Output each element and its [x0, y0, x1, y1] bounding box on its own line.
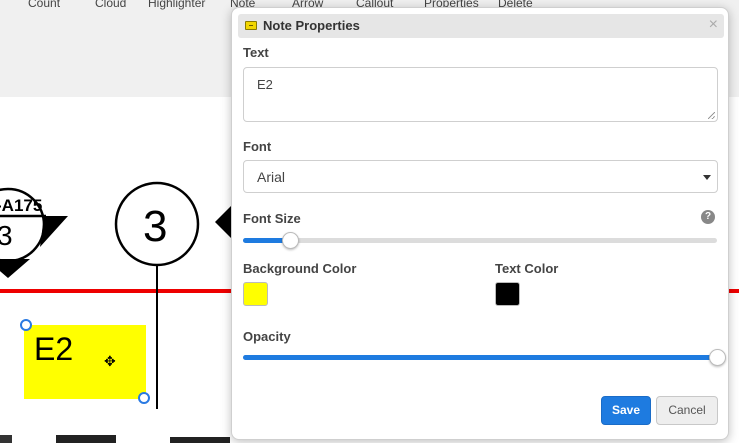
help-icon[interactable]: ?: [701, 210, 715, 224]
note-annotation[interactable]: E2 ✥: [24, 325, 146, 399]
elevation-marker: [215, 205, 232, 239]
font-select-value: Arial: [257, 169, 286, 185]
tool-cloud[interactable]: Cloud: [95, 0, 126, 10]
border-fragment: [0, 435, 12, 443]
border-fragment: [170, 437, 230, 443]
section-tag-pointer: [0, 259, 30, 278]
dialog-title: Note Properties: [263, 18, 360, 33]
font-label: Font: [243, 139, 272, 154]
tool-highlighter[interactable]: Highlighter: [148, 0, 205, 10]
section-tag-bottom-text: 3: [0, 220, 13, 251]
section-tag-top-text: -A175: [0, 196, 42, 215]
grid-bubble-label: 3: [143, 202, 167, 251]
resize-grip-icon[interactable]: [708, 112, 715, 119]
font-size-slider[interactable]: [243, 232, 717, 249]
tool-count[interactable]: Count: [28, 0, 60, 10]
note-annotation-text: E2: [34, 331, 74, 367]
text-color-label: Text Color: [495, 261, 559, 276]
resize-handle-bottom-right[interactable]: [138, 392, 150, 404]
opacity-slider-thumb[interactable]: [709, 349, 726, 366]
background-color-swatch[interactable]: [243, 282, 268, 306]
move-icon[interactable]: ✥: [104, 353, 116, 370]
opacity-label: Opacity: [243, 329, 291, 344]
cancel-button[interactable]: Cancel: [656, 396, 718, 425]
text-input-value: E2: [257, 77, 273, 92]
text-label: Text: [243, 45, 269, 60]
dialog-header[interactable]: Note Properties ×: [238, 14, 724, 38]
save-button[interactable]: Save: [601, 396, 651, 425]
note-icon: [245, 21, 257, 30]
note-properties-dialog: Note Properties × Text E2 Font Arial Fon…: [231, 7, 729, 440]
font-size-slider-thumb[interactable]: [282, 232, 299, 249]
resize-handle-top-left[interactable]: [20, 319, 32, 331]
opacity-slider[interactable]: [243, 349, 726, 366]
close-icon[interactable]: ×: [709, 16, 718, 34]
text-input[interactable]: E2: [243, 67, 718, 122]
opacity-slider-fill: [243, 355, 717, 360]
section-tag-arrow: [40, 216, 68, 247]
text-color-swatch[interactable]: [495, 282, 520, 306]
chevron-down-icon: [703, 175, 711, 180]
font-select[interactable]: Arial: [243, 160, 718, 193]
background-color-label: Background Color: [243, 261, 357, 276]
border-fragment: [56, 435, 116, 443]
font-size-label: Font Size: [243, 211, 301, 226]
